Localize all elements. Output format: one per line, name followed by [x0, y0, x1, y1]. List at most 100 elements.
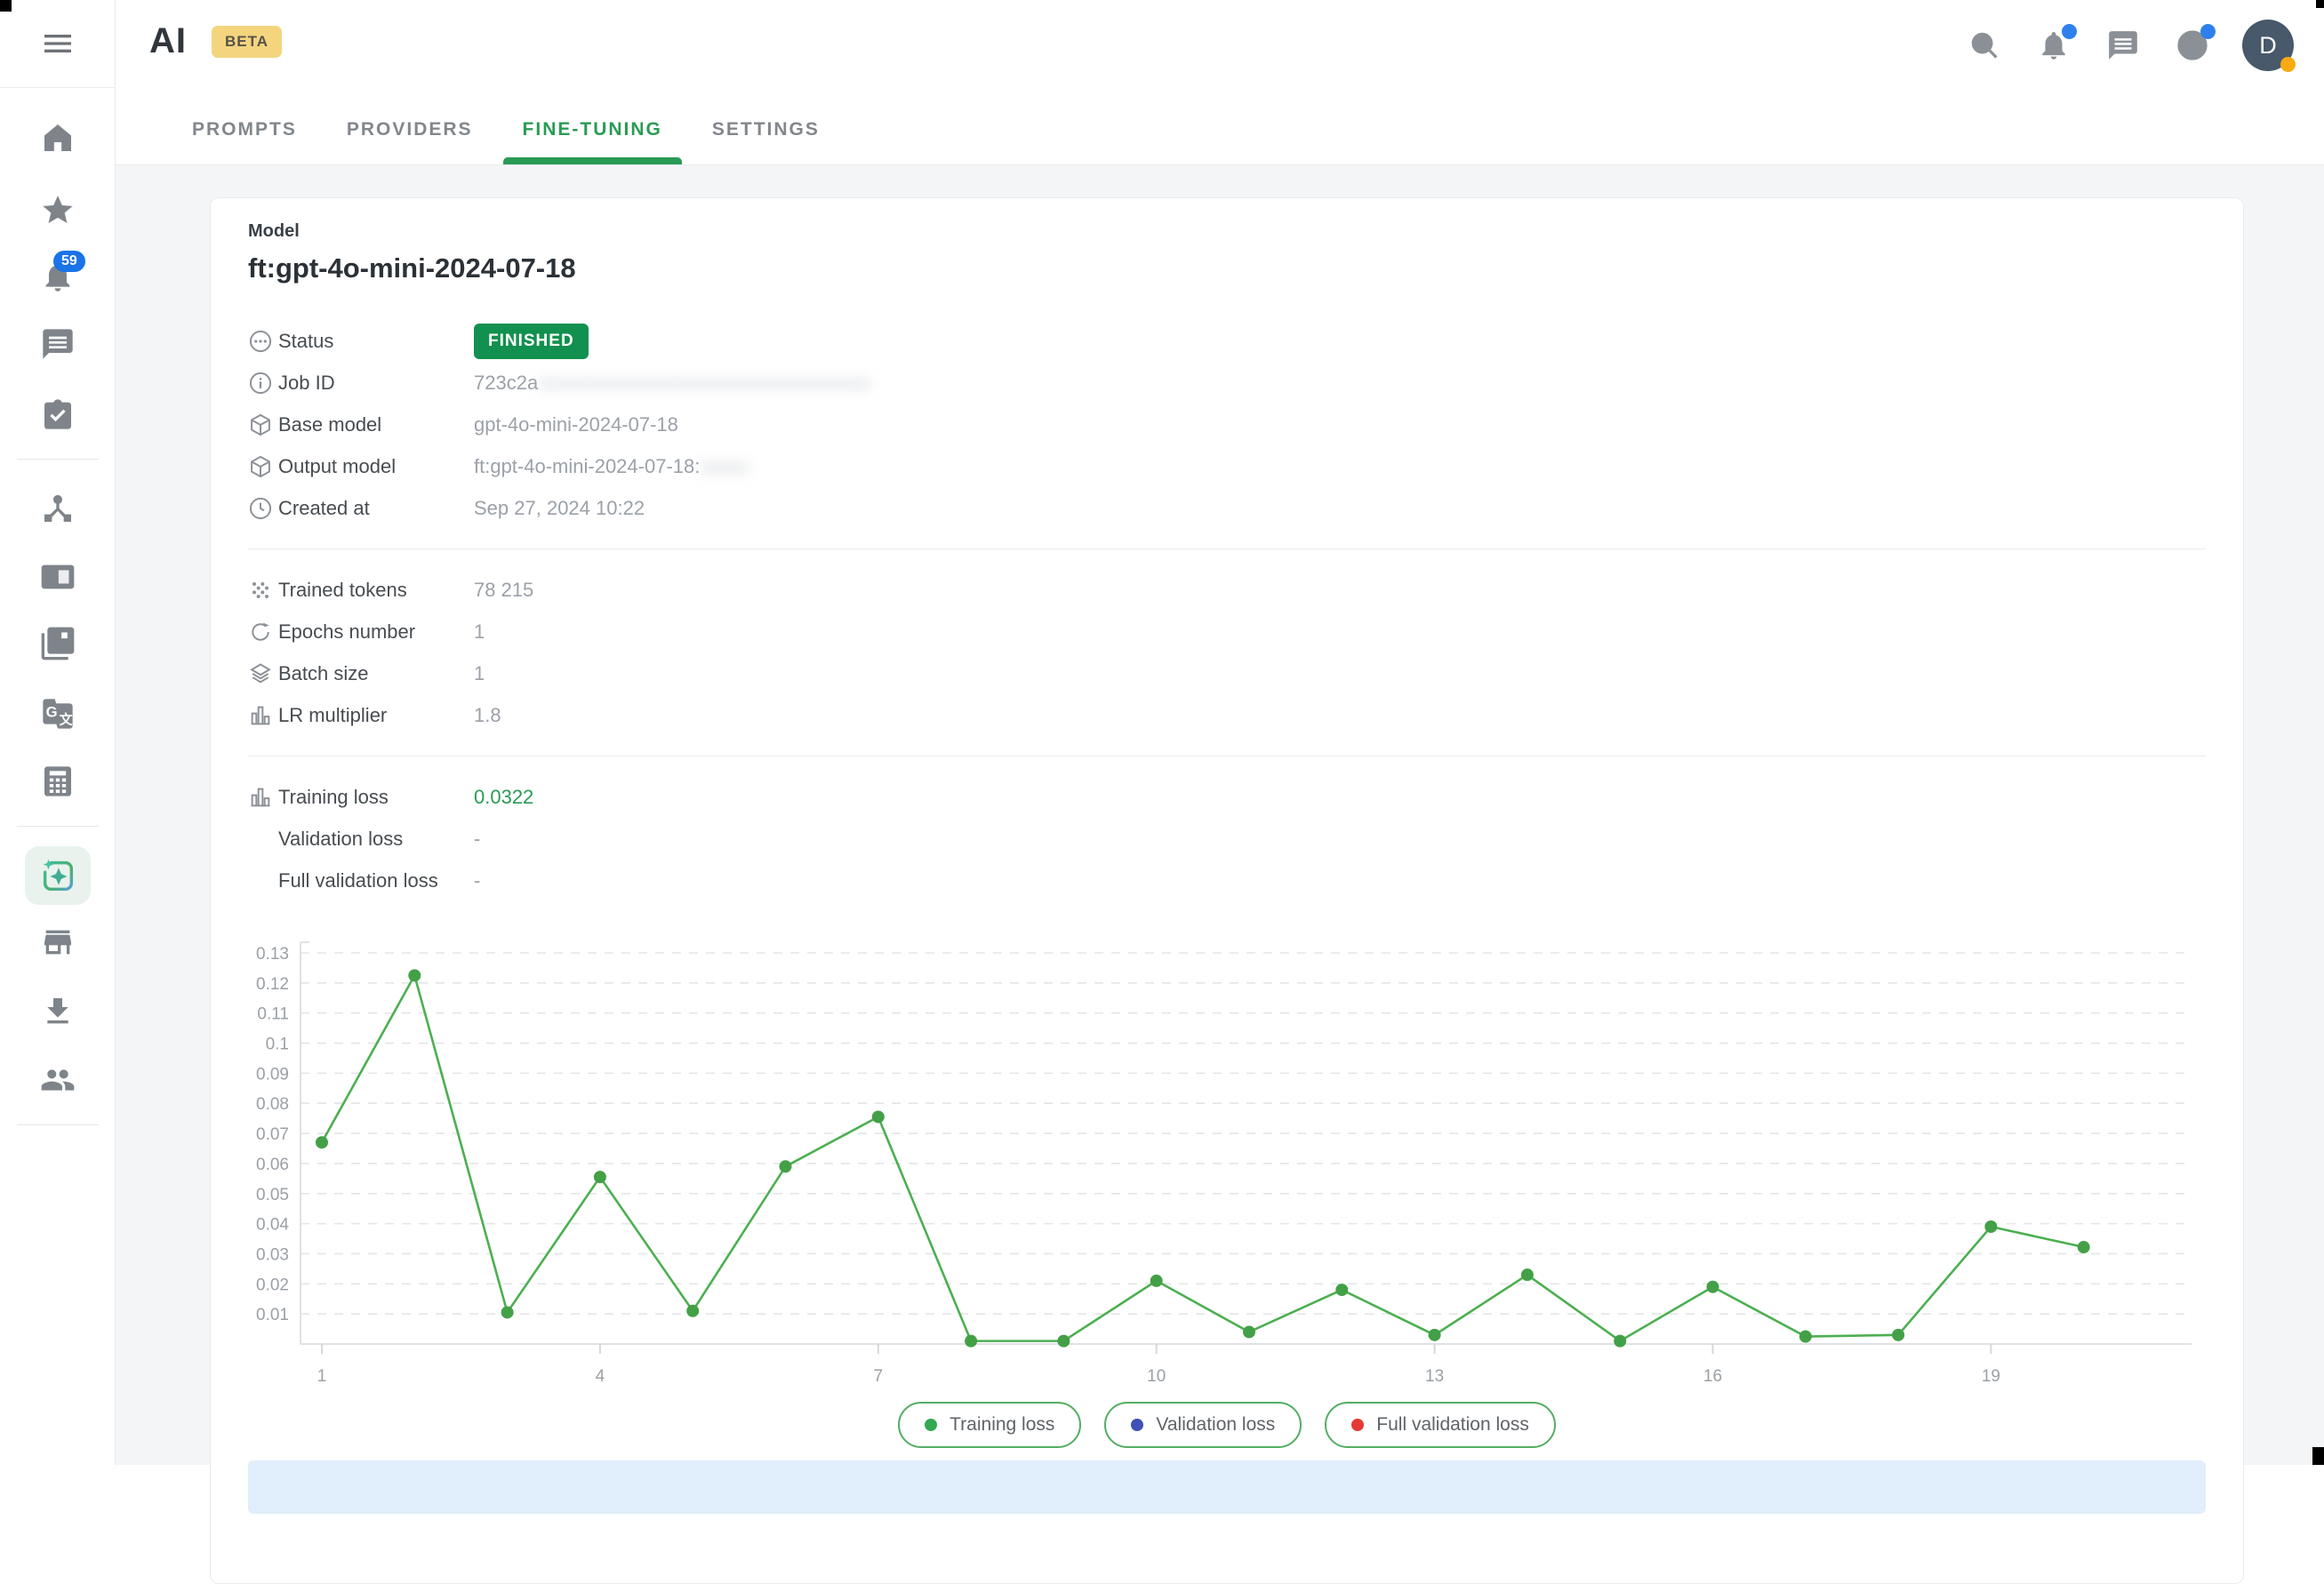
status-icon: [248, 329, 273, 354]
svg-text:13: 13: [1425, 1367, 1444, 1386]
presence-dot: [2280, 57, 2296, 72]
svg-text:0.02: 0.02: [256, 1276, 289, 1294]
download-icon: [40, 994, 76, 1029]
menu-icon: [40, 26, 76, 61]
sidebar-item-tasks[interactable]: [36, 393, 79, 436]
epochs-row: Epochs number 1: [248, 611, 2206, 652]
app-logo: AI: [149, 21, 187, 61]
copy-pages-icon: [40, 626, 76, 661]
redacted-text: xxxxx: [700, 455, 749, 477]
output-model-row: Output model ft:gpt-4o-mini-2024-07-18:x…: [248, 445, 2206, 487]
sidebar-item-home[interactable]: [36, 116, 79, 159]
base-model-value: gpt-4o-mini-2024-07-18: [474, 413, 678, 436]
avatar[interactable]: D: [2242, 20, 2294, 71]
cube-icon: [248, 454, 273, 479]
svg-text:16: 16: [1703, 1367, 1722, 1386]
menu-button[interactable]: [0, 0, 115, 88]
output-model-value: ft:gpt-4o-mini-2024-07-18:xxxxx: [474, 455, 749, 478]
validation-loss-row: Validation loss -: [248, 818, 2206, 860]
model-section-label: Model: [248, 221, 2206, 242]
lr-multiplier-value: 1.8: [474, 704, 501, 727]
sidebar-item-cards[interactable]: [36, 556, 79, 598]
full-validation-loss-row: Full validation loss -: [248, 860, 2206, 901]
svg-text:0.06: 0.06: [256, 1156, 289, 1174]
tab-settings[interactable]: SETTINGS: [687, 100, 845, 164]
legend-dot-green: [925, 1419, 937, 1431]
svg-text:G: G: [46, 703, 58, 720]
created-at-row: Created at Sep 27, 2024 10:22: [248, 487, 2206, 529]
ai-sparkle-icon: [37, 855, 78, 896]
sidebar-item-calculator[interactable]: [36, 760, 79, 803]
status-badge: FINISHED: [474, 324, 589, 359]
job-id-row: Job ID 723c2axxxxxxxxxxxxxxxxxxxxxxxxxxx…: [248, 362, 2206, 404]
fine-tune-job-card: Model ft:gpt-4o-mini-2024-07-18 Status F…: [210, 197, 2244, 1584]
sidebar-item-store[interactable]: [36, 921, 79, 964]
task-check-icon: [40, 396, 76, 432]
screenshot-artifact: [0, 0, 12, 12]
svg-text:0.07: 0.07: [256, 1125, 289, 1144]
search-button[interactable]: [1965, 26, 2004, 65]
sidebar-divider: [17, 1124, 99, 1125]
sidebar-item-pages[interactable]: [36, 622, 79, 665]
batch-size-row: Batch size 1: [248, 652, 2206, 694]
notification-dot: [2062, 24, 2077, 39]
lr-multiplier-label: LR multiplier: [278, 704, 474, 727]
sidebar-item-favorites[interactable]: [36, 188, 79, 231]
svg-text:0.04: 0.04: [256, 1216, 289, 1235]
sidebar-item-ai-active[interactable]: [25, 846, 91, 905]
svg-text:19: 19: [1982, 1367, 2000, 1386]
legend-training-loss[interactable]: Training loss: [898, 1402, 1081, 1448]
svg-text:10: 10: [1147, 1367, 1166, 1386]
tab-providers[interactable]: PROVIDERS: [322, 100, 498, 164]
svg-text:0.12: 0.12: [256, 975, 289, 994]
svg-text:7: 7: [874, 1367, 884, 1386]
tab-bar: PROMPTS PROVIDERS FINE-TUNING SETTINGS: [167, 100, 845, 164]
model-name: ft:gpt-4o-mini-2024-07-18: [248, 252, 2206, 284]
help-dot: [2200, 24, 2216, 39]
device-hub-icon: [40, 491, 76, 526]
notifications-button[interactable]: [2034, 26, 2073, 65]
tab-fine-tuning[interactable]: FINE-TUNING: [498, 100, 687, 164]
svg-text:0.09: 0.09: [256, 1065, 289, 1084]
svg-text:?: ?: [2187, 36, 2199, 56]
loss-chart: 0.010.020.030.040.050.060.070.080.090.10…: [248, 935, 2208, 1397]
notification-count-badge: 59: [53, 251, 85, 272]
home-icon: [40, 120, 76, 156]
grain-icon: [248, 578, 273, 603]
svg-text:0.05: 0.05: [256, 1186, 289, 1204]
batch-size-label: Batch size: [278, 662, 474, 685]
batch-size-value: 1: [474, 662, 485, 685]
training-loss-value: 0.0322: [474, 786, 533, 809]
sidebar-item-downloads[interactable]: [36, 990, 79, 1033]
chart-legend: Training loss Validation loss Full valid…: [248, 1402, 2206, 1448]
validation-loss-value: -: [474, 828, 480, 851]
info-banner: [248, 1460, 2206, 1514]
lr-multiplier-row: LR multiplier 1.8: [248, 694, 2206, 736]
sidebar-item-users[interactable]: [36, 1059, 79, 1101]
legend-validation-loss[interactable]: Validation loss: [1104, 1402, 1302, 1448]
messages-button[interactable]: [2104, 26, 2143, 65]
help-button[interactable]: ?: [2173, 26, 2212, 65]
job-id-label: Job ID: [278, 372, 474, 395]
epochs-label: Epochs number: [278, 620, 474, 644]
chat-icon: [40, 326, 76, 362]
legend-dot-red: [1351, 1419, 1364, 1431]
screenshot-artifact: [2312, 1447, 2324, 1465]
loss-rows: Training loss 0.0322 Validation loss - F…: [248, 776, 2206, 901]
output-model-label: Output model: [278, 455, 474, 478]
svg-text:0.1: 0.1: [266, 1036, 289, 1054]
sidebar-item-hub[interactable]: [36, 487, 79, 530]
svg-text:0.01: 0.01: [256, 1306, 289, 1324]
tab-prompts[interactable]: PROMPTS: [167, 100, 322, 164]
training-loss-label: Training loss: [278, 786, 474, 809]
full-validation-loss-label: Full validation loss: [278, 869, 474, 892]
sidebar: 59 G文: [0, 0, 116, 1465]
legend-full-validation-loss[interactable]: Full validation loss: [1325, 1402, 1556, 1448]
search-icon: [1967, 28, 2001, 62]
trained-tokens-value: 78 215: [474, 579, 533, 602]
sidebar-item-translate[interactable]: G文: [36, 692, 79, 735]
app-header: AI BETA PROMPTS PROVIDERS FINE-TUNING SE…: [116, 0, 2324, 165]
loss-chart-container: 0.010.020.030.040.050.060.070.080.090.10…: [248, 935, 2206, 1448]
rotate-icon: [248, 620, 273, 644]
sidebar-item-chats[interactable]: [36, 323, 79, 365]
